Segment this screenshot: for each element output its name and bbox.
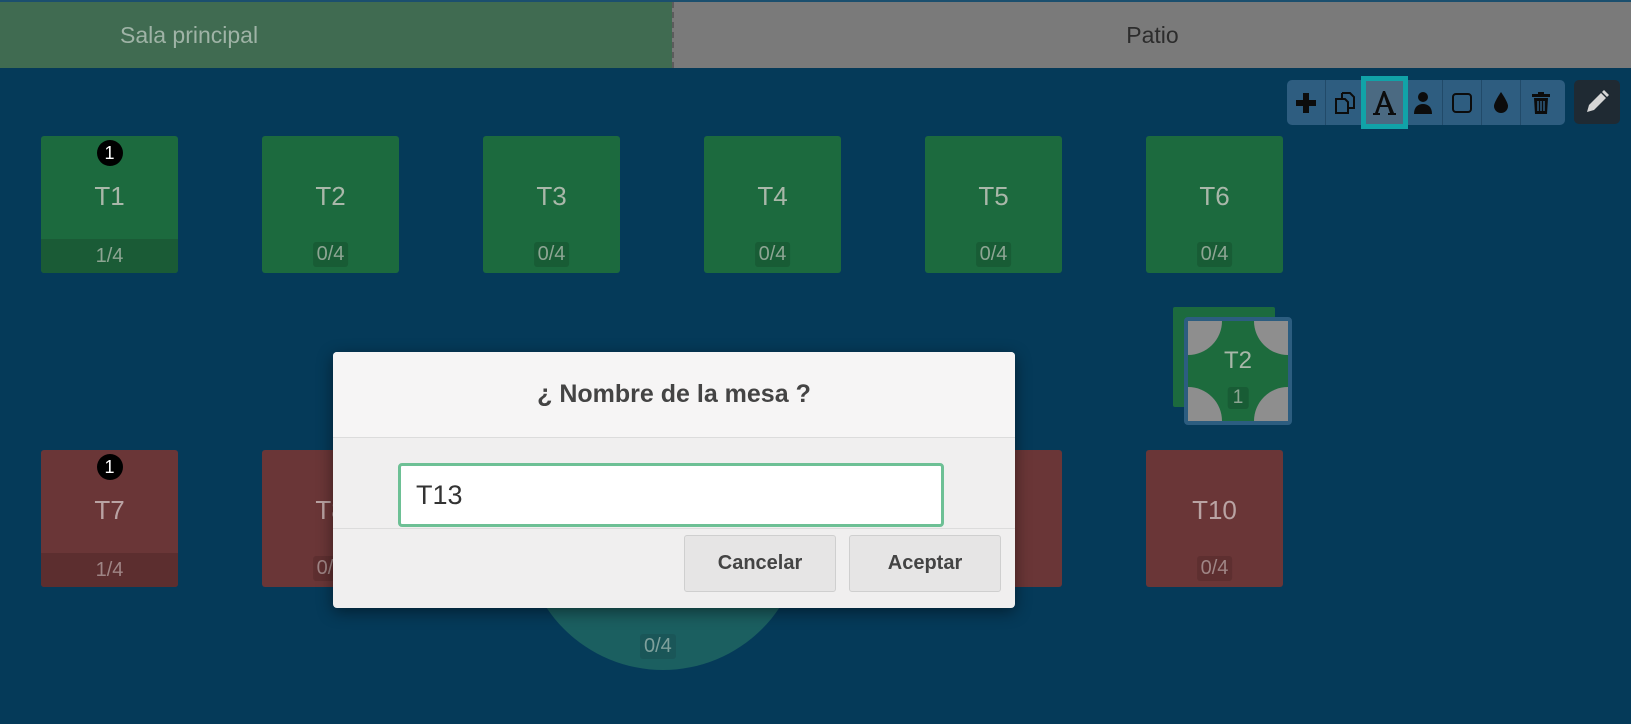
table-name: T7 <box>94 495 125 525</box>
table-name: T3 <box>536 181 567 211</box>
order-badge: 1 <box>96 140 123 166</box>
table-seats: 1/4 <box>41 239 178 273</box>
cancel-button[interactable]: Cancelar <box>684 535 836 592</box>
room-tabs: Sala principal Patio <box>0 0 1631 68</box>
table-name-input[interactable] <box>398 463 944 527</box>
plus-icon <box>1296 92 1316 113</box>
table-t4[interactable]: T4 0/4 <box>704 136 841 273</box>
table-seats: 1 <box>1227 387 1249 409</box>
table-name: T2 <box>1223 347 1252 374</box>
seats-button[interactable] <box>1404 80 1443 125</box>
person-icon <box>1414 91 1432 114</box>
round-table-seats: 0/4 <box>640 634 676 659</box>
rename-table-button[interactable] <box>1361 76 1408 129</box>
delete-table-button[interactable] <box>1521 80 1560 125</box>
table-name: T5 <box>978 181 1009 211</box>
table-name: T4 <box>757 181 788 211</box>
table-name: T2 <box>315 181 346 211</box>
copy-icon <box>1335 91 1355 114</box>
text-icon <box>1373 90 1396 115</box>
edit-mode-button[interactable] <box>1574 80 1620 124</box>
table-seats: 0/4 <box>1196 556 1233 581</box>
table-t10[interactable]: T10 0/4 <box>1146 450 1283 587</box>
edit-toolbar <box>1287 76 1565 129</box>
table-name: T10 <box>1192 495 1237 525</box>
table-name: T1 <box>94 181 125 211</box>
add-table-button[interactable] <box>1287 80 1326 125</box>
table-dragging[interactable]: T2 1 <box>1184 317 1292 425</box>
drop-icon <box>1494 91 1508 113</box>
trash-icon <box>1531 91 1550 114</box>
shape-button[interactable] <box>1443 80 1482 125</box>
tab-sala-principal[interactable]: Sala principal <box>0 2 672 68</box>
color-button[interactable] <box>1482 80 1521 125</box>
table-t6[interactable]: T6 0/4 <box>1146 136 1283 273</box>
table-name: T6 <box>1199 181 1230 211</box>
table-t5[interactable]: T5 0/4 <box>925 136 1062 273</box>
table-name-dialog: ¿ Nombre de la mesa ? Cancelar Aceptar <box>333 352 1015 608</box>
table-seats: 0/4 <box>533 242 570 267</box>
resize-handle[interactable] <box>1188 387 1222 421</box>
table-seats: 0/4 <box>975 242 1012 267</box>
table-t1[interactable]: 1 T1 1/4 <box>41 136 178 273</box>
square-icon <box>1452 92 1472 113</box>
table-t2[interactable]: T2 0/4 <box>262 136 399 273</box>
table-seats: 0/4 <box>312 242 349 267</box>
pencil-icon <box>1587 90 1609 112</box>
resize-handle[interactable] <box>1254 387 1288 421</box>
duplicate-table-button[interactable] <box>1326 80 1365 125</box>
table-t3[interactable]: T3 0/4 <box>483 136 620 273</box>
table-seats: 0/4 <box>1196 242 1233 267</box>
table-seats: 0/4 <box>754 242 791 267</box>
dialog-footer: Cancelar Aceptar <box>333 528 1015 608</box>
table-t7[interactable]: 1 T7 1/4 <box>41 450 178 587</box>
dialog-title: ¿ Nombre de la mesa ? <box>333 352 1015 438</box>
order-badge: 1 <box>96 454 123 480</box>
accept-button[interactable]: Aceptar <box>849 535 1001 592</box>
tab-patio[interactable]: Patio <box>672 2 1631 68</box>
table-seats: 1/4 <box>41 553 178 587</box>
